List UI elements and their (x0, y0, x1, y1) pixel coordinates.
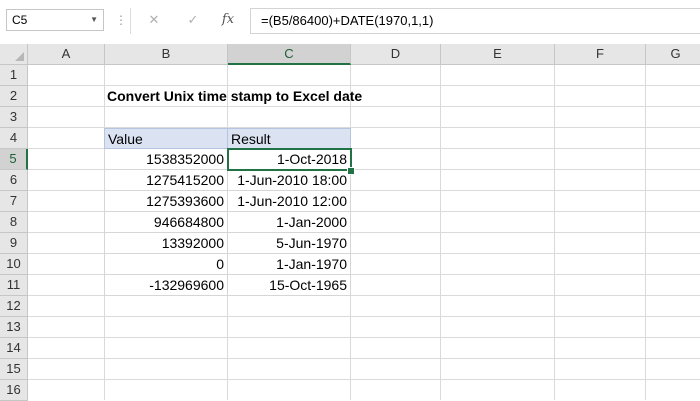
chevron-down-icon[interactable]: ▼ (90, 10, 98, 30)
gridline (440, 65, 441, 400)
row-header-7[interactable]: 7 (0, 191, 28, 212)
table-cell-value[interactable]: 13392000 (104, 233, 228, 254)
formula-bar: C5 ▼ ⋮ ✕ ✓ fx =(B5/86400)+DATE(1970,1,1) (0, 0, 700, 44)
spreadsheet-grid: A B C D E F G 1 2 3 4 5 6 7 8 9 10 11 12… (0, 44, 700, 401)
table-cell-value[interactable]: 1538352000 (104, 149, 228, 170)
column-header-d[interactable]: D (351, 44, 441, 65)
column-header-c[interactable]: C (228, 44, 351, 65)
row-header-4[interactable]: 4 (0, 128, 28, 149)
column-header-f[interactable]: F (555, 44, 646, 65)
sheet-title[interactable]: Convert Unix time stamp to Excel date (107, 86, 362, 107)
column-header-b[interactable]: B (105, 44, 228, 65)
table-header-value[interactable]: Value (104, 128, 228, 149)
table-cell-value[interactable]: 1275415200 (104, 170, 228, 191)
name-box-value: C5 (12, 13, 28, 27)
table-cell-result[interactable]: 5-Jun-1970 (228, 233, 351, 254)
enter-icon[interactable]: ✓ (183, 9, 203, 31)
row-header-10[interactable]: 10 (0, 254, 28, 275)
row-header-8[interactable]: 8 (0, 212, 28, 233)
column-header-g[interactable]: G (646, 44, 700, 65)
name-box[interactable]: C5 ▼ (6, 9, 104, 31)
row-header-6[interactable]: 6 (0, 170, 28, 191)
row-header-9[interactable]: 9 (0, 233, 28, 254)
divider (130, 8, 131, 34)
row-header-3[interactable]: 3 (0, 107, 28, 128)
row-header-12[interactable]: 12 (0, 296, 28, 317)
row-header-1[interactable]: 1 (0, 65, 28, 86)
table-cell-result[interactable]: 1-Jun-2010 12:00 (228, 191, 351, 212)
column-header-e[interactable]: E (441, 44, 555, 65)
row-header-2[interactable]: 2 (0, 86, 28, 107)
table-cell-value[interactable]: 1275393600 (104, 191, 228, 212)
gridline (645, 65, 646, 400)
select-all-button[interactable] (0, 44, 28, 65)
row-header-11[interactable]: 11 (0, 275, 28, 296)
column-header-a[interactable]: A (28, 44, 105, 65)
gridline (554, 65, 555, 400)
row-header-13[interactable]: 13 (0, 317, 28, 338)
table-cell-value[interactable]: 946684800 (104, 212, 228, 233)
row-header-15[interactable]: 15 (0, 359, 28, 380)
active-cell-highlight[interactable] (227, 148, 352, 171)
fill-handle[interactable] (347, 167, 355, 175)
table-cell-result[interactable]: 1-Jun-2010 18:00 (228, 170, 351, 191)
table-cell-result[interactable]: 1-Jan-1970 (228, 254, 351, 275)
table-cell-result[interactable]: 1-Jan-2000 (228, 212, 351, 233)
table-cell-value[interactable]: -132969600 (104, 275, 228, 296)
formula-input[interactable]: =(B5/86400)+DATE(1970,1,1) (250, 8, 700, 34)
cancel-icon[interactable]: ✕ (144, 9, 164, 31)
table-cell-value[interactable]: 0 (104, 254, 228, 275)
drag-handle-icon[interactable]: ⋮ (115, 10, 127, 30)
table-header-result[interactable]: Result (227, 128, 351, 149)
insert-function-icon[interactable]: fx (218, 9, 238, 31)
table-cell-result[interactable]: 15-Oct-1965 (228, 275, 351, 296)
row-header-14[interactable]: 14 (0, 338, 28, 359)
row-header-5[interactable]: 5 (0, 149, 28, 170)
row-header-16[interactable]: 16 (0, 380, 28, 401)
